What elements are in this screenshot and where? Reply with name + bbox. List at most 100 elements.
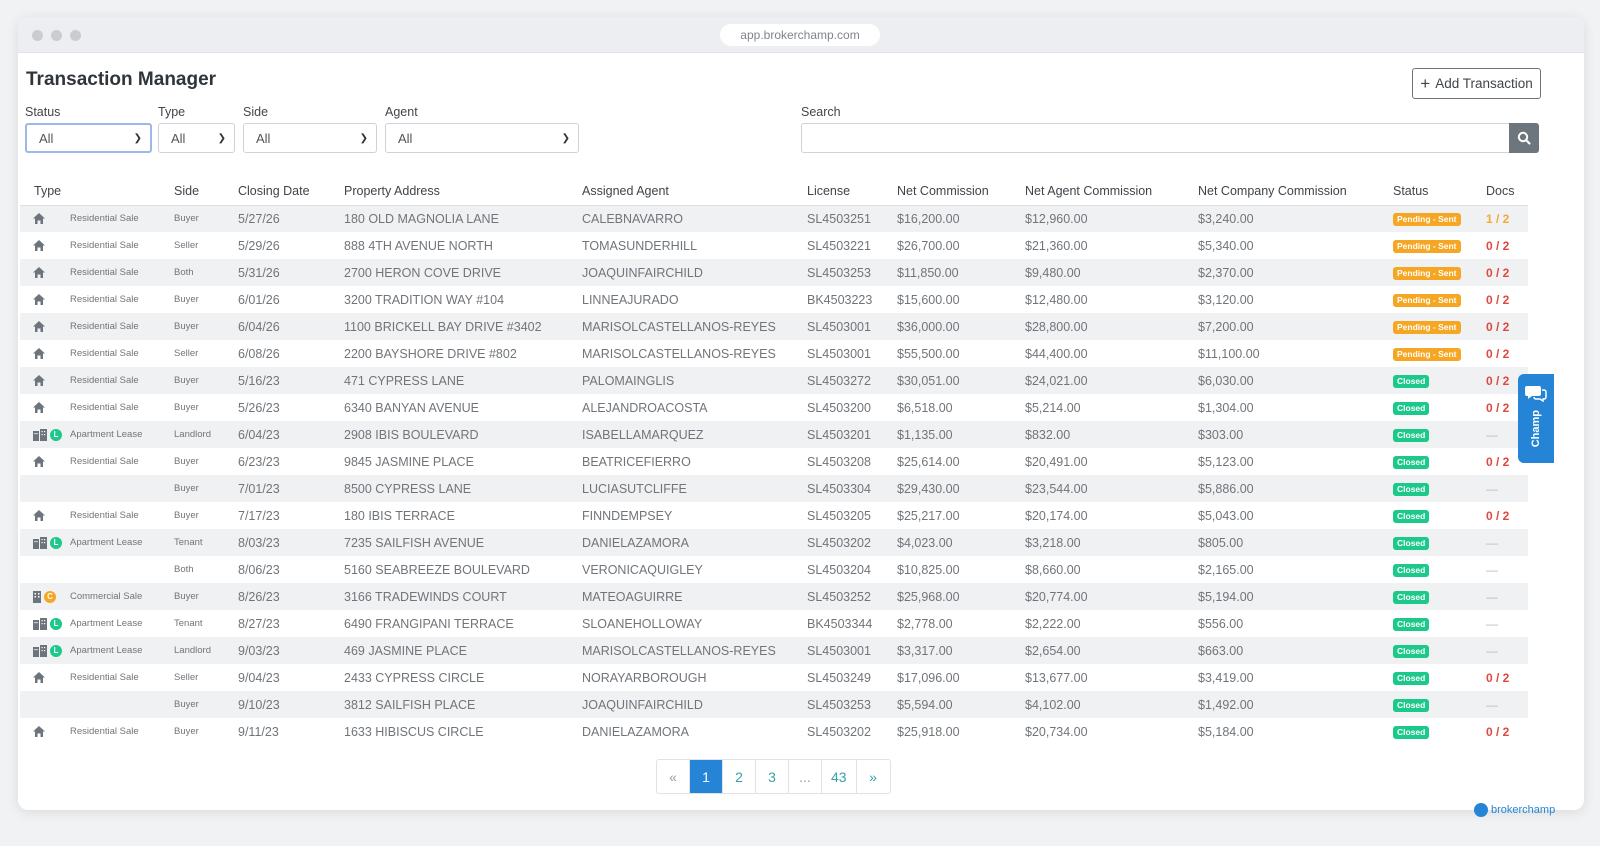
chat-widget[interactable]: Champ: [1518, 374, 1554, 463]
house-icon: [32, 725, 70, 738]
table-row[interactable]: Buyer 7/01/23 8500 CYPRESS LANE LUCIASUTCLI…: [20, 475, 1528, 502]
property-address-cell: 1633 HIBISCUS CIRCLE: [344, 724, 484, 739]
status-badge: Closed: [1393, 536, 1430, 551]
chevron-down-icon: ❯: [133, 132, 142, 144]
docs-cell[interactable]: —: [1472, 637, 1528, 664]
table-row[interactable]: Residential Sale Buyer 6/23/23 9845 JASMINE…: [20, 448, 1528, 475]
docs-count: —: [1486, 481, 1498, 496]
status-select[interactable]: All ❯: [25, 123, 152, 153]
pagination-page-2[interactable]: 2: [723, 760, 756, 793]
table-row[interactable]: Residential Sale Seller 9/04/23 2433 CYPRES…: [20, 664, 1528, 691]
assigned-agent-cell: FINNDEMPSEY: [582, 508, 673, 523]
table-row[interactable]: Residential Sale Buyer 5/27/26 180 OLD MAGN…: [20, 205, 1528, 232]
net-commission-cell: $16,200.00: [897, 211, 960, 226]
pagination-page-3[interactable]: 3: [756, 760, 789, 793]
column-header[interactable]: License: [793, 177, 883, 206]
table-row[interactable]: C Commercial Sale Buyer 8/26/23 3166 TRADEWI…: [20, 583, 1528, 610]
docs-cell[interactable]: 0 / 2: [1472, 259, 1528, 286]
type-cell: Residential Sale: [20, 502, 160, 529]
table-row[interactable]: Residential Sale Seller 5/29/26 888 4TH AVE…: [20, 232, 1528, 259]
table-row[interactable]: L Apartment Lease Tenant 8/27/23 6490 FRANGI…: [20, 610, 1528, 637]
docs-cell[interactable]: 0 / 2: [1472, 340, 1528, 367]
table-row[interactable]: Residential Sale Both 5/31/26 2700 HERON CO…: [20, 259, 1528, 286]
docs-cell[interactable]: —: [1472, 556, 1528, 583]
house-icon: [32, 266, 70, 279]
docs-cell[interactable]: —: [1472, 529, 1528, 556]
add-transaction-button[interactable]: + Add Transaction: [1412, 68, 1541, 99]
type-label: Apartment Lease: [70, 537, 143, 548]
table-row[interactable]: Both 8/06/23 5160 SEABREEZE BOULEVARD VERON…: [20, 556, 1528, 583]
docs-cell[interactable]: 0 / 2: [1472, 502, 1528, 529]
house-icon: [32, 509, 70, 522]
net-commission-cell: $10,825.00: [897, 562, 960, 577]
table-row[interactable]: Buyer 9/10/23 3812 SAILFISH PLACE JOAQUINFA…: [20, 691, 1528, 718]
side-select[interactable]: All ❯: [243, 123, 377, 153]
docs-cell[interactable]: —: [1472, 610, 1528, 637]
net-agent-commission-cell: $21,360.00: [1025, 238, 1088, 253]
column-header[interactable]: Status: [1379, 177, 1472, 206]
net-agent-commission-cell: $23,544.00: [1025, 481, 1088, 496]
table-row[interactable]: Residential Sale Seller 6/08/26 2200 BAYSHO…: [20, 340, 1528, 367]
property-address-cell: 180 OLD MAGNOLIA LANE: [344, 211, 499, 226]
pagination-page-1[interactable]: 1: [690, 760, 723, 793]
table-row[interactable]: Residential Sale Buyer 9/11/23 1633 HIBISCU…: [20, 718, 1528, 745]
net-agent-commission-cell: $12,480.00: [1025, 292, 1088, 307]
docs-cell[interactable]: 0 / 2: [1472, 664, 1528, 691]
status-badge: Closed: [1393, 455, 1430, 470]
status-badge: Closed: [1393, 509, 1430, 524]
docs-cell[interactable]: —: [1472, 583, 1528, 610]
table-row[interactable]: Residential Sale Buyer 5/26/23 6340 BANYAN …: [20, 394, 1528, 421]
docs-cell[interactable]: 0 / 2: [1472, 286, 1528, 313]
docs-cell[interactable]: 0 / 2: [1472, 718, 1528, 745]
search-input[interactable]: [801, 123, 1509, 153]
assigned-agent-cell: MATEOAGUIRRE: [582, 589, 683, 604]
docs-cell[interactable]: —: [1472, 691, 1528, 718]
column-header[interactable]: Docs: [1472, 177, 1528, 206]
table-row[interactable]: Residential Sale Buyer 7/17/23 180 IBIS TER…: [20, 502, 1528, 529]
docs-cell[interactable]: 1 / 2: [1472, 205, 1528, 232]
net-commission-cell: $5,594.00: [897, 697, 953, 712]
column-header[interactable]: Net Agent Commission: [1011, 177, 1184, 206]
property-address-cell: 3166 TRADEWINDS COURT: [344, 589, 507, 604]
table-row[interactable]: L Apartment Lease Landlord 9/03/23 469 JASMI…: [20, 637, 1528, 664]
license-cell: BK4503344: [807, 616, 873, 631]
app-window: app.brokerchamp.com Transaction Manager …: [18, 17, 1584, 810]
status-badge: Pending - Sent: [1393, 320, 1461, 335]
table-row[interactable]: Residential Sale Buyer 6/01/26 3200 TRADITI…: [20, 286, 1528, 313]
net-agent-commission-cell: $3,218.00: [1025, 535, 1081, 550]
status-select-value: All: [39, 130, 54, 146]
docs-cell[interactable]: —: [1472, 475, 1528, 502]
column-header[interactable]: Side: [160, 177, 224, 206]
house-icon: [32, 401, 70, 414]
status-badge: Pending - Sent: [1393, 293, 1461, 308]
column-header[interactable]: Net Company Commission: [1184, 177, 1379, 206]
table-header-row: Type Side Closing Date Property Address …: [20, 177, 1528, 206]
table-row[interactable]: Residential Sale Buyer 6/04/26 1100 BRICKEL…: [20, 313, 1528, 340]
column-header[interactable]: Assigned Agent: [568, 177, 793, 206]
table-row[interactable]: L Apartment Lease Tenant 8/03/23 7235 SAILFI…: [20, 529, 1528, 556]
status-badge: Closed: [1393, 590, 1430, 605]
column-header[interactable]: Net Commission: [883, 177, 1011, 206]
side-cell: Both: [174, 564, 194, 575]
docs-cell[interactable]: 0 / 2: [1472, 232, 1528, 259]
table-row[interactable]: Residential Sale Buyer 5/16/23 471 CYPRESS …: [20, 367, 1528, 394]
pagination-prev[interactable]: «: [657, 760, 690, 793]
type-select[interactable]: All ❯: [158, 123, 235, 153]
column-header[interactable]: Property Address: [330, 177, 568, 206]
table-row[interactable]: L Apartment Lease Landlord 6/04/23 2908 IBIS…: [20, 421, 1528, 448]
address-bar[interactable]: app.brokerchamp.com: [720, 24, 880, 46]
assigned-agent-cell: BEATRICEFIERRO: [582, 454, 691, 469]
pagination-next[interactable]: »: [857, 760, 890, 793]
agent-select[interactable]: All ❯: [385, 123, 579, 153]
docs-cell[interactable]: 0 / 2: [1472, 313, 1528, 340]
closing-date-cell: 7/01/23: [238, 481, 280, 496]
closing-date-cell: 9/04/23: [238, 670, 280, 685]
pagination-page-43[interactable]: 43: [822, 760, 857, 793]
column-header[interactable]: Closing Date: [224, 177, 330, 206]
chat-icon: [1525, 386, 1547, 402]
close-dot[interactable]: [32, 30, 43, 41]
minimize-dot[interactable]: [51, 30, 62, 41]
maximize-dot[interactable]: [70, 30, 81, 41]
column-header[interactable]: Type: [20, 177, 160, 206]
search-button[interactable]: [1509, 123, 1539, 153]
